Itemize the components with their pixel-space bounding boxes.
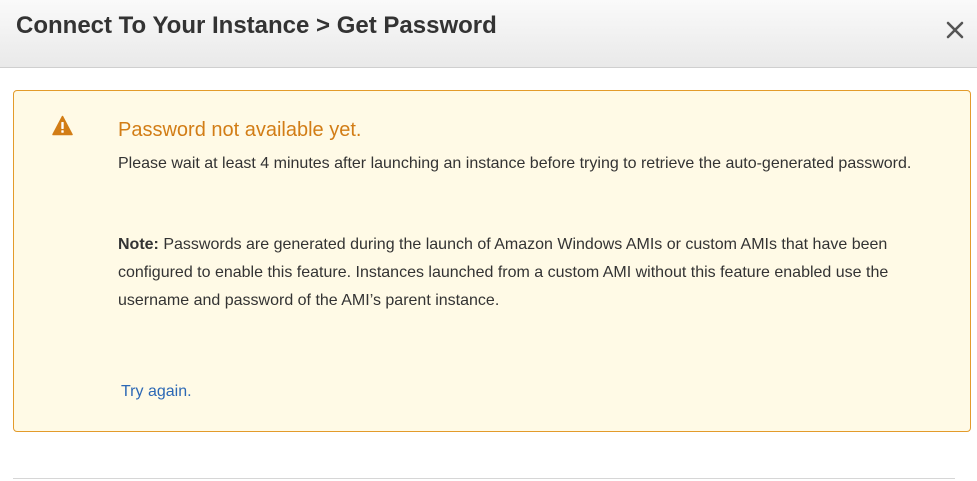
close-icon	[946, 21, 964, 39]
alert-note: Note: Passwords are generated during the…	[118, 231, 928, 315]
close-button[interactable]	[942, 17, 968, 43]
alert-message: Please wait at least 4 minutes after lau…	[118, 155, 912, 172]
footer-divider	[13, 478, 955, 479]
dialog-header: Connect To Your Instance > Get Password	[0, 0, 977, 68]
note-text: Passwords are generated during the launc…	[118, 236, 889, 309]
alert-box: Password not available yet. Please wait …	[13, 90, 971, 432]
dialog-title: Connect To Your Instance > Get Password	[16, 12, 497, 39]
try-again-link[interactable]: Try again.	[121, 383, 192, 401]
note-label: Note:	[118, 236, 159, 253]
alert-heading: Password not available yet.	[118, 119, 362, 141]
warning-icon	[52, 115, 73, 136]
